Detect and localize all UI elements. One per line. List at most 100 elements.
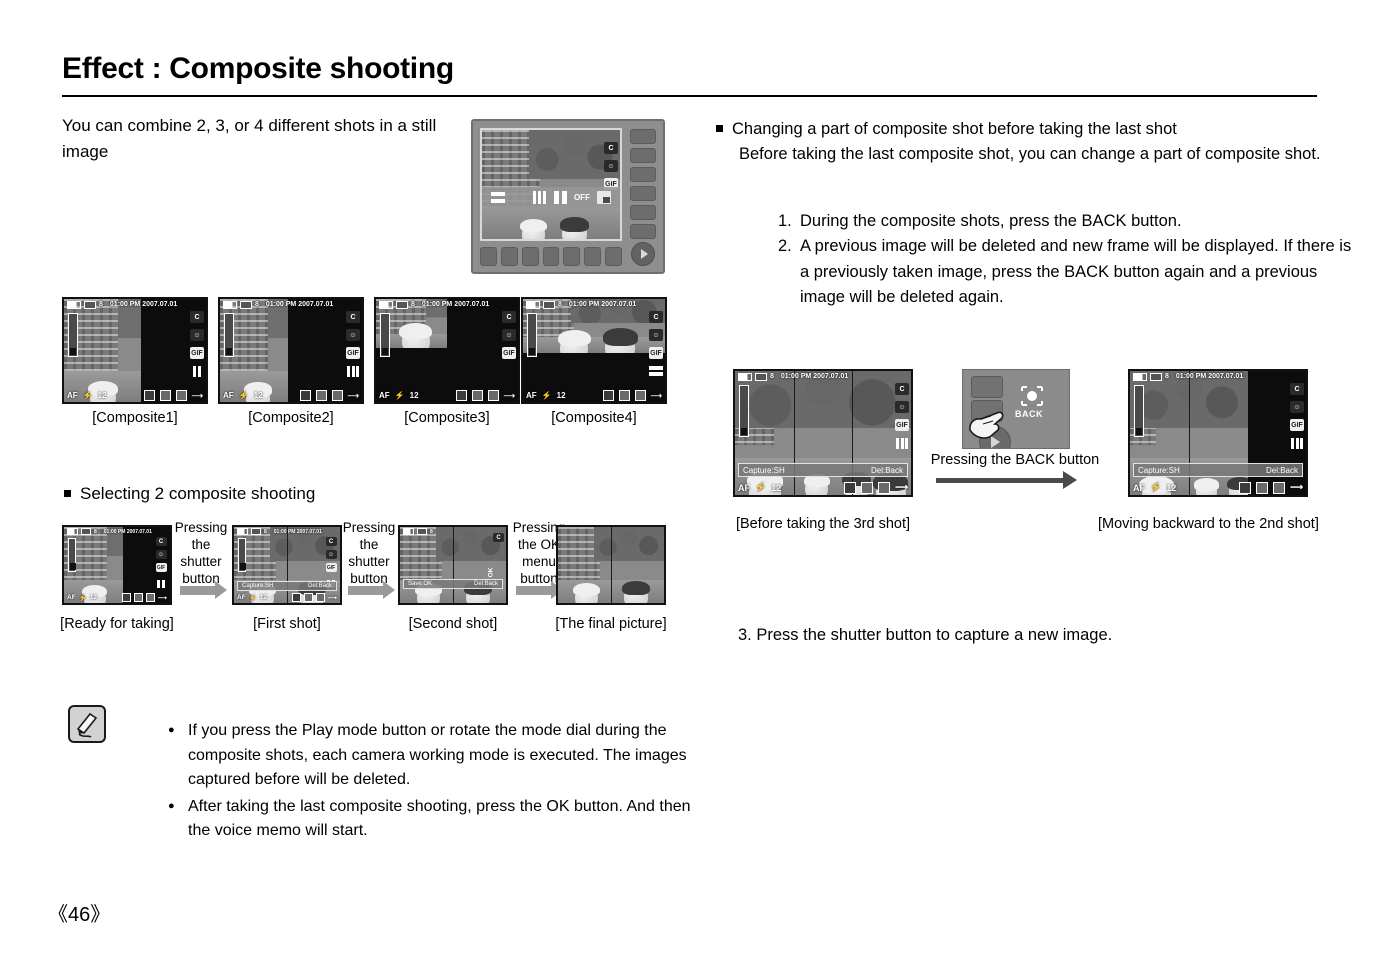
camera-bottom-button[interactable]	[480, 247, 497, 266]
menu-composite-select-icon[interactable]	[596, 191, 611, 205]
scene-foliage	[594, 527, 664, 562]
lcd-shooting-bar: AF ⚡ 12 ⟶	[1130, 480, 1306, 495]
metering-icon	[602, 390, 614, 401]
shots-remaining: 8	[770, 373, 774, 380]
lcd-status-icons: C ☺ GIF	[604, 142, 618, 190]
composite4-lcd: 8 01:00 PM 2007.07.01 C ☺ GIF AF ⚡ 12 ⟶	[521, 297, 667, 404]
face-detection-icon: ☺	[604, 160, 618, 172]
focus-area-icon	[315, 390, 327, 401]
menu-composite-2-horizontal-icon[interactable]	[491, 191, 506, 204]
camera-side-button[interactable]	[630, 186, 656, 201]
menu-composite-4-grid-icon[interactable]	[512, 191, 526, 204]
lcd-shooting-bar: AF ⚡ 12 ⟶	[376, 389, 518, 402]
lcd-status-icons: C ☺ GIF	[1290, 383, 1304, 449]
af-label: AF	[67, 594, 76, 601]
square-bullet-icon	[716, 125, 723, 132]
composite-mode-icon: C	[190, 311, 204, 323]
section-heading-selecting-2: Selecting 2 composite shooting	[64, 484, 315, 504]
camera-side-button[interactable]	[630, 224, 656, 239]
shots-remaining: 8	[1165, 373, 1169, 380]
composite-3-vertical-icon	[1290, 437, 1304, 449]
composite-4-grid-icon	[502, 365, 516, 377]
moving-backward-caption: [Moving backward to the 2nd shot]	[1098, 516, 1319, 532]
gif-icon: GIF	[346, 347, 360, 359]
gif-icon: GIF	[190, 347, 204, 359]
focus-area-icon	[1256, 481, 1269, 494]
final-picture-lcd	[556, 525, 666, 605]
face-detection-icon: ☺	[325, 550, 337, 559]
composite3-caption: [Composite3]	[404, 410, 490, 426]
capture-hint-bar: Capture:SH Del:Back	[738, 463, 908, 477]
menu-composite-2-vertical-icon[interactable]	[553, 191, 567, 205]
camera-illustration: C ☺ GIF OFF	[471, 119, 665, 274]
focus-area-icon	[159, 390, 171, 401]
lcd-datetime: 01:00 PM 2007.07.01	[568, 301, 637, 308]
camera-bottom-buttons[interactable]	[480, 247, 623, 266]
scene-groom	[621, 581, 651, 603]
composite4-caption: [Composite4]	[551, 410, 637, 426]
menu-off-label[interactable]: OFF	[574, 193, 590, 202]
flash-icon: ⚡	[78, 594, 87, 602]
back-button-caption: Pressing the BACK button	[930, 452, 1100, 468]
step-item-2: 2. A previous image will be deleted and …	[778, 234, 1363, 311]
lcd-status-bar: 8 01:00 PM 2007.07.01	[64, 527, 170, 536]
lcd-shooting-bar: AF ⚡ 12 ⟶	[64, 389, 206, 402]
camera-bottom-button[interactable]	[500, 247, 518, 266]
face-detection-icon: ☺	[1290, 401, 1304, 413]
capture-hint: Capture:SH	[743, 465, 785, 475]
lcd-datetime: 01:00 PM 2007.07.01	[421, 301, 490, 308]
play-mode-button[interactable]	[631, 242, 655, 266]
lcd-status-icons: C ☺ GIF	[895, 383, 909, 449]
lcd-status-bar: 8 01:00 PM 2007.07.01	[64, 299, 206, 310]
delete-hint: Del:Back	[870, 465, 903, 475]
scene-ground	[523, 336, 665, 353]
menu-composite-3-vertical-icon[interactable]	[533, 191, 547, 205]
shots-remaining: 8	[255, 301, 259, 308]
camera-bottom-button[interactable]	[605, 247, 623, 266]
scene-groom	[602, 328, 638, 353]
composite-mode-icon: C	[155, 537, 167, 546]
lcd-status-icons: C ☺ GIF	[649, 311, 663, 377]
iso-icon: ⟶	[157, 594, 167, 602]
zoom-bar	[224, 313, 234, 357]
flash-icon: ⚡	[394, 391, 405, 400]
camera-side-button[interactable]	[630, 205, 656, 220]
gif-icon: GIF	[325, 563, 337, 572]
flash-icon: ⚡	[248, 594, 257, 602]
pointing-hand-icon	[969, 411, 1004, 439]
sharpness-icon	[634, 390, 646, 401]
camera-bottom-button[interactable]	[542, 247, 560, 266]
lcd-status-icons: C ☺ GIF	[346, 311, 360, 377]
sharpness-icon	[878, 481, 891, 494]
zoom-bar	[68, 538, 76, 572]
camera-side-buttons[interactable]	[630, 129, 656, 239]
camera-bottom-button[interactable]	[584, 247, 602, 266]
composite1-lcd: 8 01:00 PM 2007.07.01 C ☺ GIF AF ⚡ 12 ⟶	[62, 297, 208, 404]
memory-card-icon	[1150, 372, 1162, 381]
lcd-status-bar: 8	[400, 527, 506, 536]
face-detection-icon: ☺	[895, 401, 909, 413]
right-subheading-label: Before taking the last composite shot, y…	[739, 145, 1321, 163]
composite-menu-bar[interactable]: OFF	[482, 186, 620, 209]
lcd-datetime: 01:00 PM 2007.07.01	[109, 301, 178, 308]
ready-for-taking-caption: [Ready for taking]	[60, 616, 174, 632]
lcd-status-bar: 8 01:00 PM 2007.07.01	[735, 371, 911, 382]
delete-hint: Del:Back	[1265, 465, 1298, 475]
camera-side-button[interactable]	[630, 167, 656, 182]
camera-bottom-button[interactable]	[521, 247, 539, 266]
camera-side-button[interactable]	[630, 129, 656, 144]
shots-remaining: 8	[99, 301, 103, 308]
battery-icon	[1133, 372, 1147, 381]
camera-bottom-button[interactable]	[563, 247, 581, 266]
composite2-caption: [Composite2]	[248, 410, 334, 426]
lcd-datetime: 01:00 PM 2007.07.01	[265, 301, 334, 308]
ok-marker: OK	[487, 567, 495, 578]
lcd-datetime: 01:00 PM 2007.07.01	[273, 528, 322, 535]
zoom-bar	[238, 538, 246, 572]
resolution-label: 12	[771, 482, 782, 493]
camera-side-button[interactable]	[630, 148, 656, 163]
square-bullet-icon	[64, 490, 71, 497]
camera-button[interactable]	[971, 376, 1003, 398]
memory-card-icon	[417, 528, 427, 535]
section-heading-label: Selecting 2 composite shooting	[80, 484, 316, 503]
